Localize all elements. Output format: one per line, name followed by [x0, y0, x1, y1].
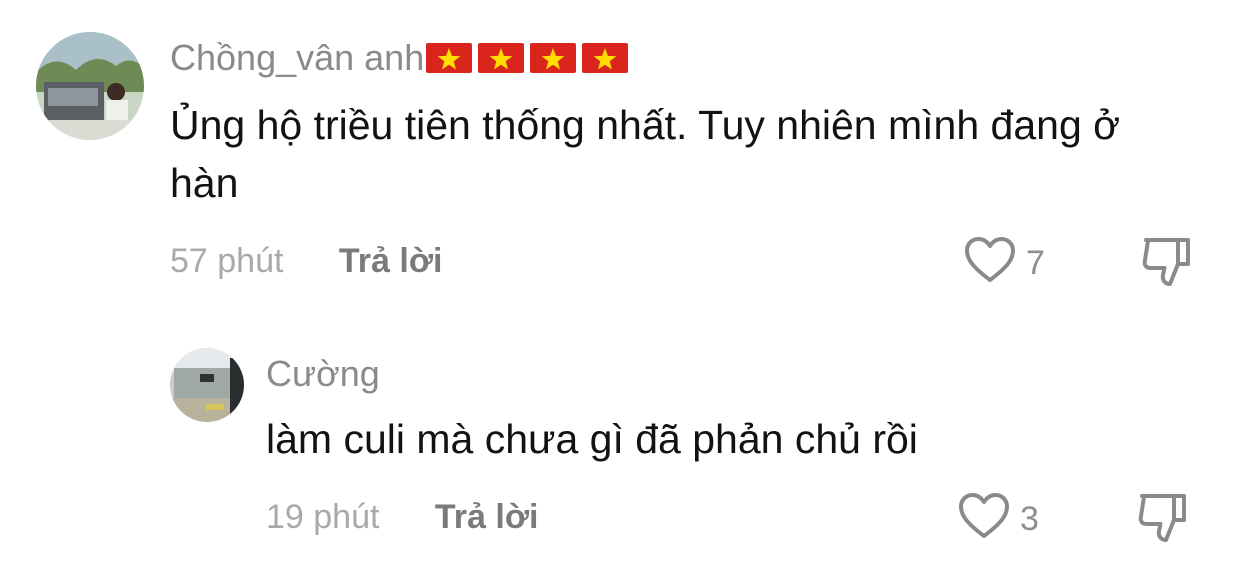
thumbs-down-icon: [1136, 494, 1190, 548]
comment-text: Ủng hộ triều tiên thống nhất. Tuy nhiên …: [170, 102, 1121, 206]
comment-time: 19 phút: [266, 498, 380, 536]
comment-meta: 19 phút Trả lời: [266, 500, 538, 534]
vietnam-flag-icon: [426, 43, 473, 73]
like-count: 7: [1026, 243, 1045, 282]
heart-outline-icon: [964, 236, 1016, 289]
flag-group: [426, 43, 634, 79]
username-text: Chồng_vân anh: [170, 37, 425, 78]
like-button[interactable]: 3: [958, 492, 1039, 545]
comment-time: 57 phút: [170, 242, 284, 280]
avatar[interactable]: [36, 32, 144, 140]
reply-button[interactable]: Trả lời: [339, 242, 443, 280]
avatar[interactable]: [170, 348, 244, 422]
comment-username[interactable]: Cường: [266, 356, 380, 392]
heart-outline-icon: [958, 492, 1010, 545]
comment-username[interactable]: Chồng_vân anh: [170, 40, 634, 79]
reply-comment-item: Cường làm culi mà chưa gì đã phản chủ rồ…: [0, 300, 1242, 573]
reply-button[interactable]: Trả lời: [435, 498, 539, 536]
vietnam-flag-icon: [582, 43, 629, 73]
like-button[interactable]: 7: [964, 236, 1045, 289]
vietnam-flag-icon: [530, 43, 577, 73]
dislike-button[interactable]: [1140, 236, 1194, 293]
comment-item: Chồng_vân anh Ủng hộ triều tiên thống nh…: [0, 0, 1242, 300]
thumbs-down-icon: [1140, 238, 1194, 292]
like-count: 3: [1020, 499, 1039, 538]
comment-text: làm culi mà chưa gì đã phản chủ rồi: [266, 416, 918, 462]
comment-meta: 57 phút Trả lời: [170, 244, 442, 278]
vietnam-flag-icon: [478, 43, 525, 73]
dislike-button[interactable]: [1136, 492, 1190, 549]
